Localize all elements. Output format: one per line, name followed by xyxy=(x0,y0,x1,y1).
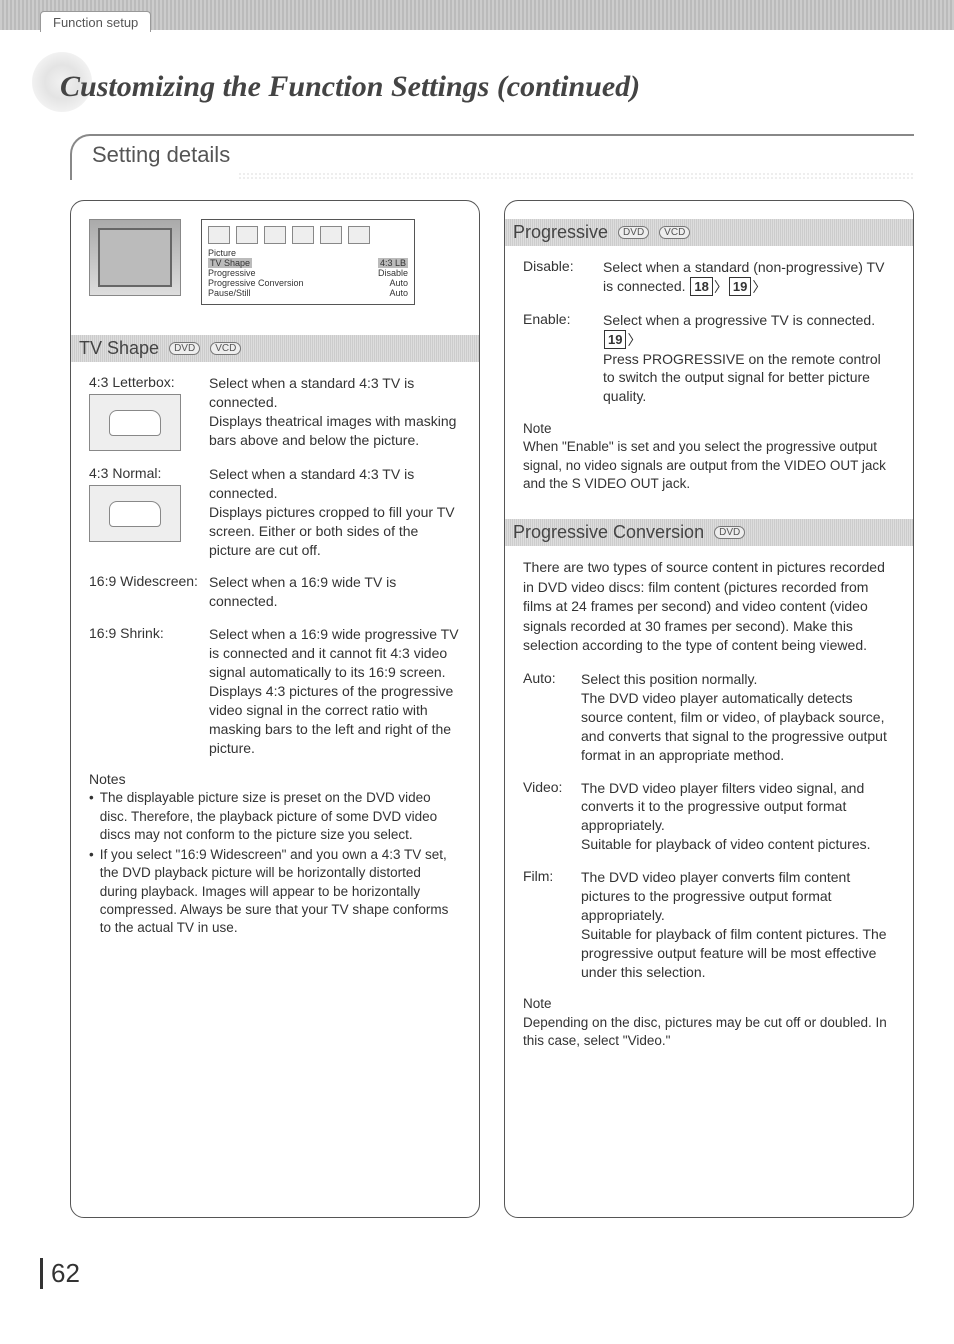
heading-text: TV Shape xyxy=(79,338,159,359)
chevron-right-icon: 〉 xyxy=(752,278,766,297)
osd-row-value: Auto xyxy=(389,288,408,298)
dotted-rule-icon xyxy=(238,172,914,180)
dvd-badge-icon: DVD xyxy=(169,342,200,355)
option-desc: Select when a standard (non-progressive)… xyxy=(603,258,895,297)
chevron-right-icon: 〉 xyxy=(627,331,641,350)
section-heading: Setting details xyxy=(92,142,230,170)
page-ref: 19 xyxy=(729,277,751,297)
option-desc: The DVD video player converts film conte… xyxy=(581,868,895,981)
option-label: 16:9 Widescreen: xyxy=(89,573,199,611)
page-title-text: Customizing the Function Settings (conti… xyxy=(60,70,640,103)
option-label: Disable: xyxy=(523,258,593,297)
option-desc: The DVD video player filters video signa… xyxy=(581,779,895,855)
note-text: When "Enable" is set and you select the … xyxy=(523,438,895,493)
page-title: Customizing the Function Settings (conti… xyxy=(60,70,954,104)
osd-row-value: Auto xyxy=(389,278,408,288)
option-label: 4:3 Normal: xyxy=(89,465,199,559)
top-band: Function setup xyxy=(0,0,954,30)
vcd-badge-icon: VCD xyxy=(210,342,241,355)
intro-paragraph: There are two types of source content in… xyxy=(523,558,895,656)
osd-row-label: Progressive Conversion xyxy=(208,278,304,288)
osd-tab-icon xyxy=(348,226,370,244)
option-label: Enable: xyxy=(523,311,593,406)
osd-tab-icon xyxy=(264,226,286,244)
option-desc: Select when a standard 4:3 TV is connect… xyxy=(209,374,461,451)
osd-row-label: Pause/Still xyxy=(208,288,251,298)
option-desc: Select when a 16:9 wide progressive TV i… xyxy=(209,625,461,757)
progressive-heading: Progressive DVD VCD xyxy=(505,219,913,246)
tv-shape-heading: TV Shape DVD VCD xyxy=(71,335,479,362)
tv-screen-icon xyxy=(89,219,181,296)
page-ref: 19 xyxy=(604,330,626,350)
chevron-right-icon: 〉 xyxy=(714,278,728,297)
osd-group: Picture xyxy=(208,248,408,258)
note-bullet: The displayable picture size is preset o… xyxy=(89,789,461,844)
osd-row-label: TV Shape xyxy=(208,258,252,268)
option-label: Auto: xyxy=(523,670,571,764)
osd-menu: Picture TV Shape 4:3 LB Progressive Disabl… xyxy=(201,219,415,305)
osd-tab-icon xyxy=(320,226,342,244)
option-label: Film: xyxy=(523,868,571,981)
osd-row-label: Progressive xyxy=(208,268,256,278)
note-heading: Note xyxy=(523,995,895,1013)
option-desc: Select when a progressive TV is connecte… xyxy=(603,311,895,406)
left-column: Picture TV Shape 4:3 LB Progressive Disabl… xyxy=(70,200,480,1218)
option-desc: Select when a standard 4:3 TV is connect… xyxy=(209,465,461,559)
option-label: Video: xyxy=(523,779,571,855)
chapter-tab: Function setup xyxy=(40,11,151,32)
option-desc: Select this position normally.The DVD vi… xyxy=(581,670,895,764)
osd-tab-icon xyxy=(208,226,230,244)
dvd-badge-icon: DVD xyxy=(618,226,649,239)
option-desc: Select when a 16:9 wide TV is connected. xyxy=(209,573,461,611)
page-ref: 18 xyxy=(690,277,712,297)
right-column: Progressive DVD VCD Disable: Select when… xyxy=(504,200,914,1218)
dvd-badge-icon: DVD xyxy=(714,526,745,539)
osd-row-value: Disable xyxy=(378,268,408,278)
option-label: 4:3 Letterbox: xyxy=(89,374,199,451)
note-text: Depending on the disc, pictures may be c… xyxy=(523,1014,895,1050)
note-heading: Note xyxy=(523,420,895,438)
osd-tab-icon xyxy=(236,226,258,244)
letterbox-thumb-icon xyxy=(89,394,181,451)
section-frame: Setting details xyxy=(70,134,914,180)
osd-tab-icon xyxy=(292,226,314,244)
progressive-conversion-heading: Progressive Conversion DVD xyxy=(505,519,913,546)
notes-heading: Notes xyxy=(89,771,461,787)
osd-row-value: 4:3 LB xyxy=(378,258,408,268)
heading-text: Progressive xyxy=(513,222,608,243)
option-label: 16:9 Shrink: xyxy=(89,625,199,757)
page-number: 62 xyxy=(40,1258,954,1289)
note-bullet: If you select "16:9 Widescreen" and you … xyxy=(89,846,461,937)
vcd-badge-icon: VCD xyxy=(659,226,690,239)
heading-text: Progressive Conversion xyxy=(513,522,704,543)
normal-thumb-icon xyxy=(89,485,181,542)
